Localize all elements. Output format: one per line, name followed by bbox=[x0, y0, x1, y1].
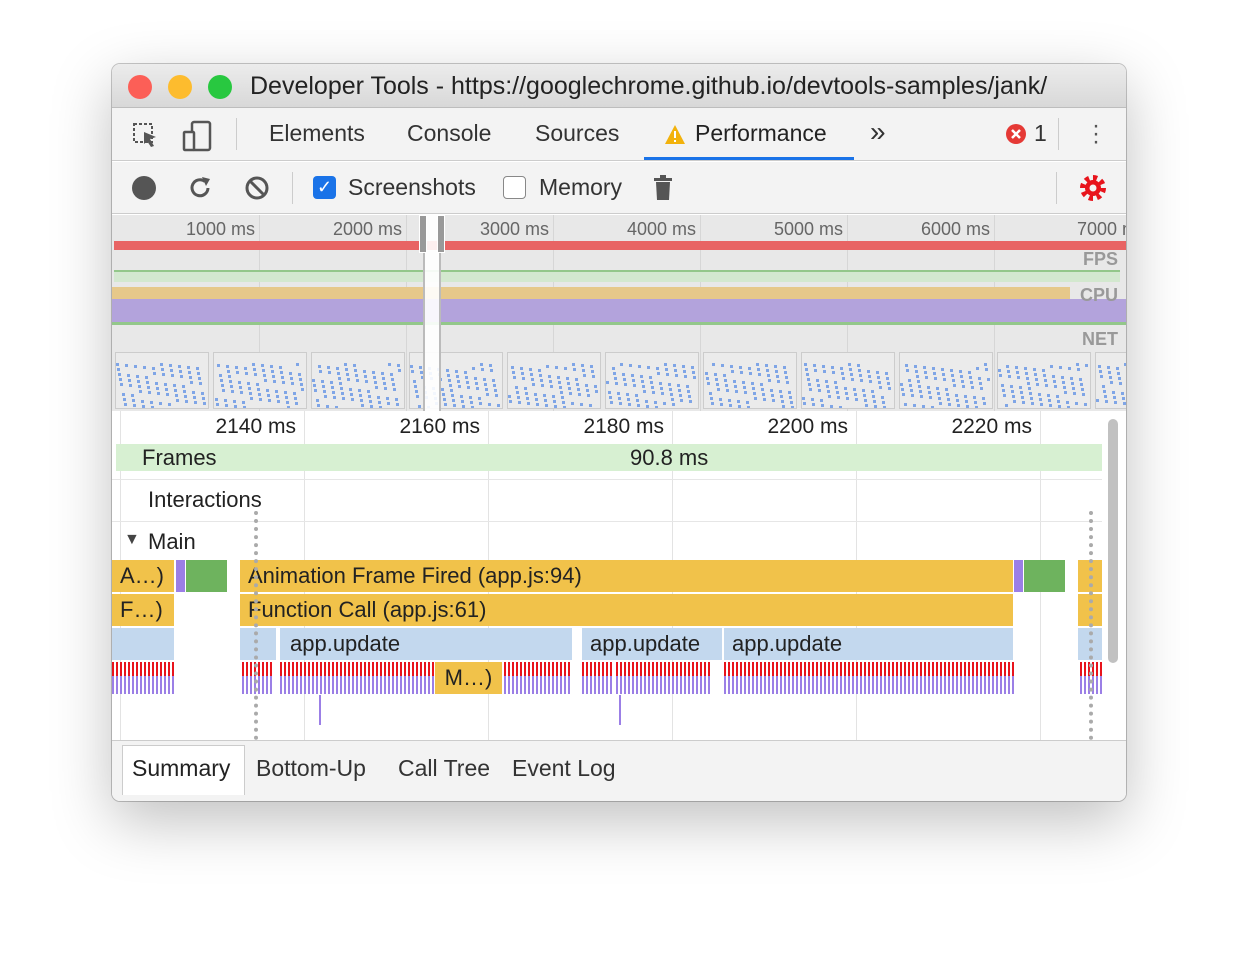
maximize-button[interactable] bbox=[208, 75, 232, 99]
long-frames-bar bbox=[114, 241, 1126, 250]
nested-event[interactable] bbox=[619, 695, 621, 725]
nested-event[interactable] bbox=[319, 695, 321, 725]
frames-label[interactable]: Frames bbox=[142, 445, 217, 471]
animation-frame-short[interactable]: A…) bbox=[112, 560, 174, 592]
screenshot-thumbnail[interactable] bbox=[213, 352, 307, 409]
overview-tick: 7000 m bbox=[1076, 219, 1126, 239]
memory-checkbox[interactable] bbox=[503, 176, 526, 199]
frame-marker-right bbox=[1089, 511, 1093, 740]
timeline-tick: 2200 ms bbox=[767, 415, 848, 438]
timeline-tick: 2220 ms bbox=[951, 415, 1032, 438]
fps-label: FPS bbox=[1082, 249, 1118, 269]
tab-summary[interactable]: Summary bbox=[132, 755, 230, 782]
tab-performance[interactable]: Performance bbox=[695, 120, 827, 147]
trash-icon[interactable] bbox=[652, 174, 676, 202]
cpu-rendering-area bbox=[112, 299, 1126, 325]
timeline-tick: 2180 ms bbox=[583, 415, 664, 438]
function-call[interactable]: Function Call (app.js:61) bbox=[240, 594, 1013, 626]
kebab-menu-icon[interactable]: · · · bbox=[1092, 114, 1100, 154]
minimize-button[interactable] bbox=[168, 75, 192, 99]
tab-console[interactable]: Console bbox=[407, 120, 491, 147]
function-call-short[interactable]: F…) bbox=[112, 594, 174, 626]
timeline-overview[interactable]: 1000 ms 2000 ms 3000 ms 4000 ms 5000 ms 6000 … bbox=[112, 215, 1126, 411]
tab-elements[interactable]: Elements bbox=[269, 120, 365, 147]
tab-event-log[interactable]: Event Log bbox=[512, 755, 616, 782]
screenshot-thumbnail[interactable] bbox=[997, 352, 1091, 409]
inspect-element-icon[interactable] bbox=[132, 122, 160, 150]
overview-tick: 2000 ms bbox=[332, 219, 402, 239]
app-update-2[interactable]: app.update bbox=[582, 628, 722, 660]
devtools-window: Developer Tools - https://googlechrome.g… bbox=[112, 64, 1126, 801]
error-count[interactable]: 1 bbox=[1034, 120, 1047, 147]
timeline-tick: 2160 ms bbox=[399, 415, 480, 438]
tab-sources[interactable]: Sources bbox=[535, 120, 619, 147]
warning-icon bbox=[665, 125, 685, 144]
overview-tick: 5000 ms bbox=[773, 219, 843, 239]
device-toolbar-icon[interactable] bbox=[182, 120, 214, 152]
cpu-label: CPU bbox=[1079, 285, 1118, 305]
frame-marker-left bbox=[254, 511, 258, 740]
interactions-label[interactable]: Interactions bbox=[148, 487, 262, 513]
app-update-3[interactable]: app.update bbox=[724, 628, 1013, 660]
close-button[interactable] bbox=[128, 75, 152, 99]
vertical-scrollbar[interactable] bbox=[1108, 419, 1118, 663]
selection-handle-left[interactable] bbox=[419, 215, 427, 253]
main-track-label[interactable]: Main bbox=[148, 529, 196, 555]
screenshots-checkbox[interactable]: ✓ bbox=[313, 176, 336, 199]
details-tabs: Summary Bottom-Up Call Tree Event Log bbox=[112, 740, 1126, 801]
overview-tick: 3000 ms bbox=[479, 219, 549, 239]
net-label: NET bbox=[1082, 329, 1118, 349]
reload-record-icon[interactable] bbox=[186, 174, 214, 202]
tab-call-tree[interactable]: Call Tree bbox=[398, 755, 490, 782]
animation-frame-fired[interactable]: Animation Frame Fired (app.js:94) bbox=[240, 560, 1013, 592]
memory-label[interactable]: Memory bbox=[539, 174, 622, 201]
flame-chart-panel[interactable]: 2140 ms 2160 ms 2180 ms 2200 ms 2220 ms Fram… bbox=[112, 411, 1126, 740]
selection-handle-right[interactable] bbox=[437, 215, 445, 253]
clear-icon[interactable] bbox=[243, 174, 271, 202]
screenshot-thumbnail[interactable] bbox=[115, 352, 209, 409]
performance-toolbar: ✓ Screenshots Memory bbox=[112, 162, 1126, 214]
title-bar: Developer Tools - https://googlechrome.g… bbox=[112, 64, 1126, 108]
overview-tick: 1000 ms bbox=[185, 219, 255, 239]
panel-tabs: Elements Console Sources Performance » 1… bbox=[112, 108, 1126, 161]
more-tabs-button[interactable]: » bbox=[870, 116, 886, 148]
collapse-triangle-icon[interactable]: ▼ bbox=[124, 531, 140, 549]
overview-tick: 4000 ms bbox=[626, 219, 696, 239]
screenshot-thumbnail[interactable] bbox=[605, 352, 699, 409]
record-button[interactable] bbox=[132, 176, 156, 200]
overview-tick: 6000 ms bbox=[920, 219, 990, 239]
misc-event[interactable]: M…) bbox=[435, 662, 502, 694]
frame-bar[interactable] bbox=[116, 444, 1102, 471]
screenshots-label[interactable]: Screenshots bbox=[348, 174, 476, 201]
error-icon[interactable] bbox=[1005, 123, 1027, 145]
paint-event[interactable] bbox=[186, 560, 227, 592]
frame-duration: 90.8 ms bbox=[630, 445, 709, 470]
screenshot-thumbnail[interactable] bbox=[899, 352, 993, 409]
window-title: Developer Tools - https://googlechrome.g… bbox=[250, 72, 1048, 100]
app-update-1[interactable]: app.update bbox=[280, 628, 572, 660]
timeline-tick: 2140 ms bbox=[215, 415, 296, 438]
active-tab-indicator bbox=[644, 157, 854, 160]
screenshot-thumbnail[interactable] bbox=[507, 352, 601, 409]
tab-bottom-up[interactable]: Bottom-Up bbox=[256, 755, 366, 782]
fps-chart bbox=[114, 270, 1120, 282]
screenshot-thumbnail[interactable] bbox=[311, 352, 405, 409]
screenshot-thumbnail[interactable] bbox=[703, 352, 797, 409]
settings-gear-icon[interactable] bbox=[1078, 173, 1108, 203]
screenshot-thumbnail[interactable] bbox=[1095, 352, 1126, 409]
screenshot-thumbnail[interactable] bbox=[801, 352, 895, 409]
